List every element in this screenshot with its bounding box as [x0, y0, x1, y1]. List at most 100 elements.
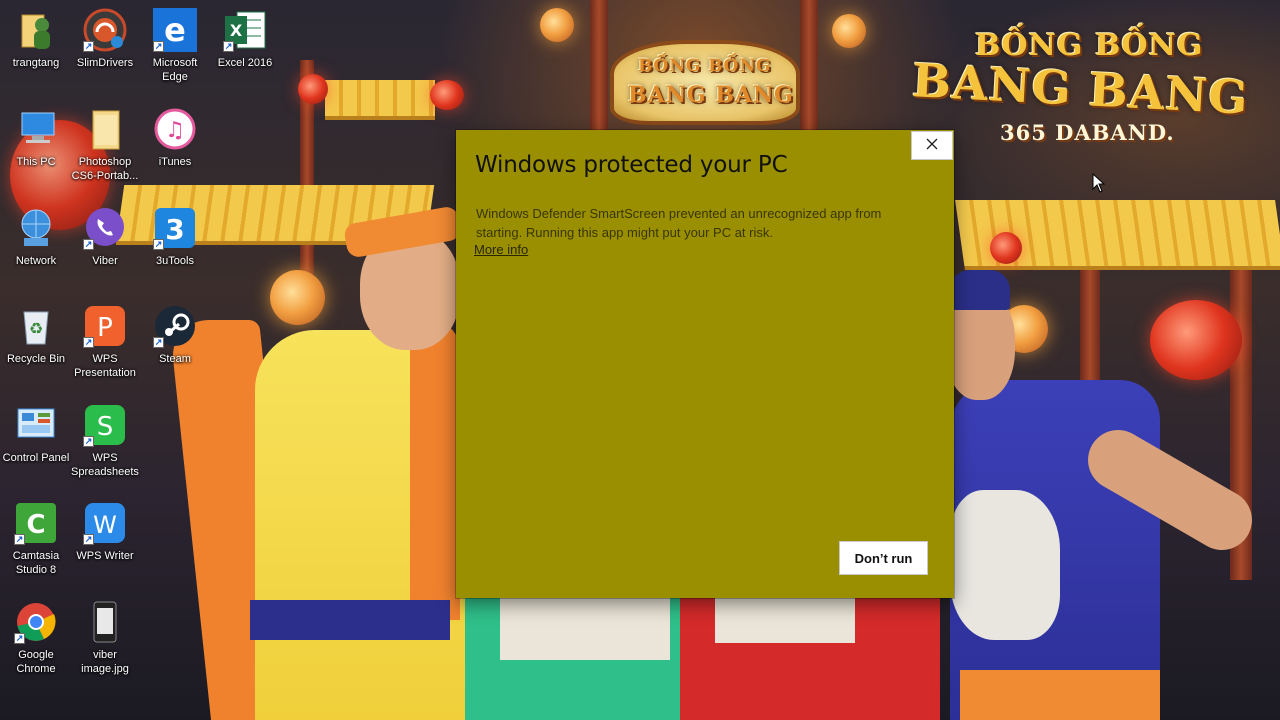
- svg-text:P: P: [97, 313, 113, 343]
- user-folder-icon: [14, 8, 58, 52]
- svg-text:e: e: [164, 11, 186, 49]
- svg-text:X: X: [230, 21, 243, 40]
- desktop-icon-steam[interactable]: ↗ Steam: [139, 300, 211, 392]
- mouse-cursor-icon: [1092, 172, 1106, 198]
- shortcut-arrow-icon: ↗: [153, 239, 164, 250]
- wallpaper-lantern: [430, 80, 464, 110]
- desktop-icon-wps-writer[interactable]: W ↗ WPS Writer: [69, 497, 141, 589]
- svg-text:S: S: [97, 412, 114, 442]
- desktop-icon-label: Control Panel: [2, 452, 70, 464]
- shortcut-arrow-icon: ↗: [153, 337, 164, 348]
- desktop-icon-label: Steam: [159, 353, 191, 365]
- wallpaper-lantern: [540, 8, 574, 42]
- network-icon: [14, 206, 58, 250]
- steam-icon: ↗: [153, 304, 197, 348]
- wallpaper-lantern: [990, 232, 1022, 264]
- desktop-icon-3utools[interactable]: 3 ↗ 3uTools: [139, 202, 211, 294]
- smartscreen-dialog: Windows protected your PC Windows Defend…: [456, 130, 954, 598]
- desktop-icon-label: trangtang: [12, 57, 60, 69]
- desktop-icon-label: SlimDrivers: [76, 57, 134, 69]
- control-panel-icon: [14, 403, 58, 447]
- camtasia-icon: C ↗: [14, 501, 58, 545]
- desktop-icon-wps-spreadsheets[interactable]: S ↗ WPS Spreadsheets: [69, 399, 141, 491]
- desktop-icon-chrome[interactable]: ↗ Google Chrome: [0, 596, 72, 688]
- wallpaper-person: [960, 670, 1160, 720]
- desktop-icon-control-panel[interactable]: Control Panel: [0, 399, 72, 491]
- desktop-icon-label: WPS Spreadsheets: [71, 452, 139, 478]
- desktop-icon-photoshop[interactable]: Photoshop CS6-Portab...: [69, 103, 141, 195]
- desktop-icon-label: Google Chrome: [16, 649, 56, 675]
- wallpaper-person: [410, 320, 460, 620]
- desktop-icon-label: Excel 2016: [217, 57, 273, 69]
- desktop-icon-excel[interactable]: X ↗ Excel 2016: [209, 4, 281, 96]
- desktop-icon-label: WPS Writer: [76, 550, 134, 562]
- shortcut-arrow-icon: ↗: [223, 41, 234, 52]
- desktop-icon-label: Recycle Bin: [6, 353, 66, 365]
- desktop-icon-wps-presentation[interactable]: P ↗ WPS Presentation: [69, 300, 141, 392]
- wallpaper-lantern: [298, 74, 328, 104]
- desktop-icon-label: viber image.jpg: [81, 649, 129, 675]
- wallpaper-pillar: [590, 0, 608, 140]
- desktop-icon-label: 3uTools: [156, 255, 194, 267]
- svg-text:3: 3: [165, 213, 184, 246]
- wallpaper-person: [950, 270, 1010, 310]
- wallpaper-lantern: [832, 14, 866, 48]
- computer-icon: [14, 107, 58, 151]
- wallpaper-pillar: [800, 0, 818, 140]
- dont-run-button[interactable]: Don’t run: [839, 541, 928, 575]
- shortcut-arrow-icon: ↗: [83, 337, 94, 348]
- dialog-message: Windows Defender SmartScreen prevented a…: [476, 206, 882, 240]
- shortcut-arrow-icon: ↗: [83, 534, 94, 545]
- image-file-icon: [83, 600, 127, 644]
- desktop-icon-camtasia[interactable]: C ↗ Camtasia Studio 8: [0, 497, 72, 589]
- desktop-icon-edge[interactable]: e ↗ Microsoft Edge: [139, 4, 211, 96]
- wallpaper-person: [250, 600, 450, 640]
- desktop-icon-label: Microsoft Edge: [152, 57, 198, 83]
- wallpaper-lantern: [270, 270, 325, 325]
- desktop-icon-this-pc[interactable]: This PC: [0, 103, 72, 195]
- desktop-icon-label: Photoshop CS6-Portab...: [71, 156, 139, 182]
- desktop-icon-slimdrivers[interactable]: ↗ SlimDrivers: [69, 4, 141, 96]
- desktop-icon-network[interactable]: Network: [0, 202, 72, 294]
- close-button[interactable]: [911, 131, 953, 160]
- wallpaper-awning: [325, 80, 435, 120]
- svg-text:C: C: [26, 510, 45, 540]
- viber-icon: ↗: [83, 206, 127, 250]
- desktop-icon-label: iTunes: [158, 156, 192, 168]
- desktop-icon-viber-image[interactable]: viber image.jpg: [69, 596, 141, 688]
- wps-presentation-icon: P ↗: [83, 304, 127, 348]
- svg-text:♫: ♫: [165, 118, 185, 143]
- svg-text:W: W: [93, 511, 117, 539]
- desktop-icon-itunes[interactable]: ♫ iTunes: [139, 103, 211, 195]
- desktop-icon-label: This PC: [16, 156, 56, 168]
- desktop-icon-label: Camtasia Studio 8: [12, 550, 60, 576]
- wallpaper-person: [500, 598, 670, 660]
- shortcut-arrow-icon: ↗: [14, 633, 25, 644]
- wallpaper-logo-line2: BANG BANG: [910, 53, 1251, 125]
- desktop-icon-label: WPS Presentation: [74, 353, 136, 379]
- shortcut-arrow-icon: ↗: [83, 41, 94, 52]
- desktop-icon-trangtang[interactable]: trangtang: [0, 4, 72, 96]
- shortcut-arrow-icon: ↗: [14, 534, 25, 545]
- shortcut-arrow-icon: ↗: [83, 436, 94, 447]
- 3utools-icon: 3 ↗: [153, 206, 197, 250]
- shortcut-arrow-icon: ↗: [153, 41, 164, 52]
- folder-icon: [83, 107, 127, 151]
- edge-icon: e ↗: [153, 8, 197, 52]
- close-icon: [926, 137, 938, 155]
- more-info-link[interactable]: More info: [474, 242, 528, 257]
- desktop-icon-viber[interactable]: ↗ Viber: [69, 202, 141, 294]
- wallpaper-lantern: [1150, 300, 1242, 380]
- desktop-icon-recycle-bin[interactable]: ♻ Recycle Bin: [0, 300, 72, 392]
- desktop-icon-label: Viber: [92, 255, 118, 267]
- wallpaper-sign-line2: BANG BANG: [628, 82, 794, 108]
- wps-spreadsheets-icon: S ↗: [83, 403, 127, 447]
- excel-icon: X ↗: [223, 8, 267, 52]
- wallpaper-person: [715, 598, 855, 643]
- desktop-icon-label: Network: [15, 255, 57, 267]
- wallpaper-logo-line3: 365 DABAND.: [1000, 120, 1175, 145]
- slimdrivers-icon: ↗: [83, 8, 127, 52]
- wps-writer-icon: W ↗: [83, 501, 127, 545]
- dialog-title: Windows protected your PC: [475, 152, 788, 178]
- itunes-icon: ♫: [153, 107, 197, 151]
